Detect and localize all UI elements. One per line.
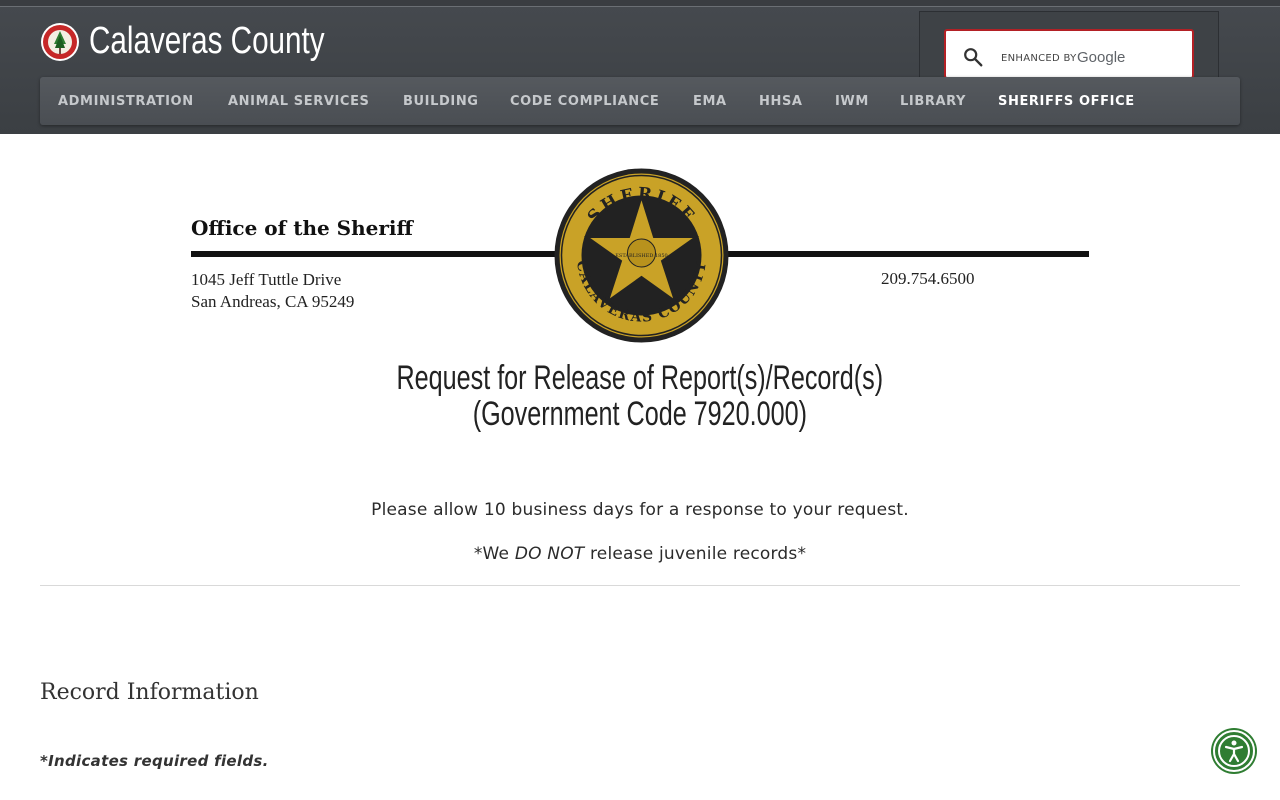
section-divider	[40, 585, 1240, 586]
nav-item-library[interactable]: LIBRARY	[900, 94, 966, 109]
address-line-2: San Andreas, CA 95249	[191, 292, 355, 311]
accessibility-icon	[1218, 735, 1250, 767]
search-enhanced-label: ENHANCED BY	[1001, 53, 1077, 64]
form-title-line-2: (Government Code 7920.000)	[472, 395, 808, 433]
letterhead-rule-left	[191, 251, 566, 257]
nav-item-animal-services[interactable]: ANIMAL SERVICES	[228, 94, 370, 109]
nav-item-sheriffs-office[interactable]: SHERIFFS OFFICE	[998, 94, 1135, 109]
business-days-note: Please allow 10 business days for a resp…	[371, 500, 909, 520]
search-input[interactable]: ENHANCED BY Google	[944, 29, 1194, 79]
site-title[interactable]: Calaveras County	[89, 20, 325, 63]
nav-item-hhsa[interactable]: HHSA	[759, 94, 803, 109]
form-title: Request for Release of Report(s)/Record(…	[0, 360, 1280, 432]
accessibility-button[interactable]	[1213, 730, 1255, 772]
county-seal-icon[interactable]	[40, 22, 80, 62]
main-nav: ADMINISTRATION ANIMAL SERVICES BUILDING …	[40, 77, 1240, 125]
address-line-1: 1045 Jeff Tuttle Drive	[191, 270, 342, 289]
badge-center-text: ESTABLISHED 1850	[615, 253, 667, 259]
letterhead-rule-right	[725, 251, 1089, 257]
office-address: 1045 Jeff Tuttle Drive San Andreas, CA 9…	[191, 269, 354, 313]
juvenile-note-prefix: *We	[473, 544, 515, 564]
nav-item-ema[interactable]: EMA	[693, 94, 727, 109]
office-phone: 209.754.6500	[881, 269, 975, 288]
nav-item-iwm[interactable]: IWM	[835, 94, 869, 109]
juvenile-note-suffix: release juvenile records*	[584, 544, 807, 564]
top-border	[0, 0, 1280, 7]
required-fields-note: *Indicates required fields.	[40, 752, 269, 770]
nav-item-administration[interactable]: ADMINISTRATION	[58, 94, 194, 109]
sheriff-badge-icon: SHERIFF CALAVERAS COUNTY ESTABLISHED 185…	[554, 168, 729, 343]
office-title: Office of the Sheriff	[191, 216, 413, 240]
search-provider-label: Google	[1077, 49, 1126, 66]
nav-item-building[interactable]: BUILDING	[403, 94, 479, 109]
juvenile-note-emphasis: DO NOT	[514, 544, 585, 564]
section-title-record-information: Record Information	[40, 680, 259, 705]
search-icon[interactable]	[962, 46, 984, 68]
sheriff-letterhead: Office of the Sheriff 1045 Jeff Tuttle D…	[180, 160, 1100, 360]
nav-item-code-compliance[interactable]: CODE COMPLIANCE	[510, 94, 659, 109]
juvenile-records-note: *We DO NOT release juvenile records*	[0, 544, 1280, 564]
site-header: Calaveras County ENHANCED BY Google ADMI…	[0, 7, 1280, 134]
form-title-line-1: Request for Release of Report(s)/Record(…	[396, 359, 884, 397]
